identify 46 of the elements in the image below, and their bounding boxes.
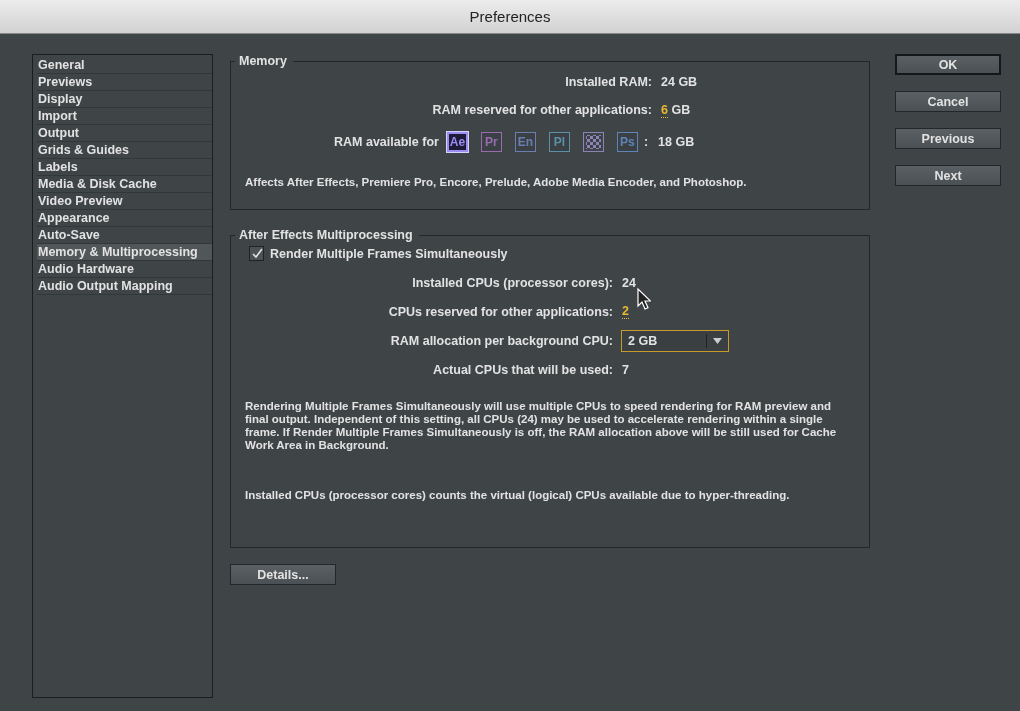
sidebar-item[interactable]: Audio Hardware <box>37 261 212 278</box>
field-label: Actual CPUs that will be used: <box>432 362 613 377</box>
dialog-button[interactable]: Next <box>895 165 1001 186</box>
sidebar-item[interactable]: Previews <box>37 74 212 91</box>
info-paragraph: Rendering Multiple Frames Simultaneously will use multiple CPUs to speed rendering for RAM preview and final output. Independent of this setting, all CPUs (24) may be used to accelerate rendering within a single frame. If Render Multiple Frames Simultaneously is off, the RAM allocation above will be still used for Cache Work Area in Background. <box>245 400 838 452</box>
field-label: RAM allocation per background CPU: <box>389 333 613 348</box>
mouse-cursor-icon <box>637 288 651 310</box>
sidebar-item[interactable]: Grids & Guides <box>37 142 212 159</box>
field-value: 24 <box>622 275 636 290</box>
sidebar-item[interactable]: Appearance <box>37 210 212 227</box>
sidebar-item[interactable]: Import <box>37 108 212 125</box>
checkbox[interactable] <box>249 246 264 261</box>
value-scrubber[interactable]: 6 <box>661 103 668 118</box>
group-title: After Effects Multiprocessing <box>238 228 414 242</box>
field-label: Installed CPUs (processor cores): <box>411 275 613 290</box>
checker-icon[interactable] <box>582 132 604 152</box>
sidebar-item[interactable]: Media & Disk Cache <box>37 176 212 193</box>
unit-label: GB <box>671 103 691 117</box>
field-label: CPUs reserved for other applications: <box>387 304 613 319</box>
group-title: Memory <box>238 54 288 68</box>
sidebar-item[interactable]: Audio Output Mapping <box>37 278 212 295</box>
caret-icon <box>713 337 722 344</box>
value-scrubber[interactable]: 2 <box>622 304 629 319</box>
dialog-button[interactable]: OK <box>895 54 1001 75</box>
field-value: 18 GB <box>658 135 695 149</box>
dialog-button[interactable]: Cancel <box>895 91 1001 112</box>
checkbox-label: Render Multiple Frames Simultaneously <box>270 246 508 261</box>
sidebar-item[interactable]: Output <box>37 125 212 142</box>
field-label: Installed RAM: <box>564 75 652 89</box>
sidebar-item[interactable]: Memory & Multiprocessing <box>37 244 212 261</box>
field-value: 7 <box>622 362 629 377</box>
sidebar-item[interactable]: General <box>37 57 212 74</box>
field-value: 24 GB <box>661 75 698 89</box>
sidebar-item[interactable]: Video Preview <box>37 193 212 210</box>
dialog-button[interactable]: Previous <box>895 128 1001 149</box>
field-label: RAM reserved for other applications: <box>431 103 652 117</box>
memory-note: Affects After Effects, Premiere Pro, Encore, Prelude, Adobe Media Encoder, and Photoshop. <box>245 176 748 189</box>
details-button[interactable]: Details... <box>230 564 336 585</box>
window-title: Preferences <box>469 8 551 25</box>
app-icon[interactable]: Ae <box>446 132 468 152</box>
separator-colon: : <box>643 135 649 149</box>
info-paragraph: Installed CPUs (processor cores) counts the virtual (logical) CPUs available due to hyper-threading. <box>245 489 791 502</box>
sidebar-item[interactable]: Labels <box>37 159 212 176</box>
sidebar-item[interactable]: Display <box>37 91 212 108</box>
field-label: RAM available for <box>334 135 439 149</box>
dropdown[interactable]: 2 GB <box>621 329 729 352</box>
